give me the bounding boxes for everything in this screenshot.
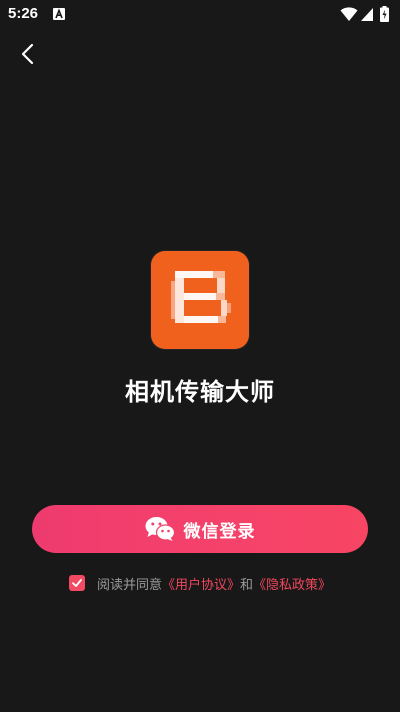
- wechat-login-button[interactable]: 微信登录: [32, 505, 368, 553]
- back-button[interactable]: [14, 40, 42, 68]
- battery-charging-icon: [380, 6, 389, 22]
- agreement-prefix: 阅读并同意: [96, 577, 162, 593]
- checkmark-icon: [72, 579, 82, 587]
- cellular-signal-icon: [361, 8, 373, 21]
- wifi-icon: [340, 7, 358, 21]
- accessibility-a-icon: [53, 8, 65, 20]
- app-name: 相机传输大师: [125, 378, 275, 406]
- app-logo: [151, 251, 249, 349]
- agreement-checkbox[interactable]: [68, 575, 85, 591]
- status-time: 5:26: [8, 5, 39, 22]
- wechat-login-label: 微信登录: [183, 521, 256, 542]
- status-bar: 5:26: [0, 0, 400, 28]
- wechat-icon: [145, 517, 175, 541]
- status-icons: [340, 6, 390, 22]
- agreement-row: 阅读并同意 《用户协议》 和 《隐私政策》: [0, 572, 400, 594]
- app-logo-icon: [171, 271, 231, 323]
- user-agreement-link[interactable]: 《用户协议》: [162, 574, 240, 593]
- privacy-policy-link[interactable]: 《隐私政策》: [253, 574, 331, 593]
- chevron-left-icon: [21, 43, 34, 65]
- agreement-and: 和: [240, 577, 254, 593]
